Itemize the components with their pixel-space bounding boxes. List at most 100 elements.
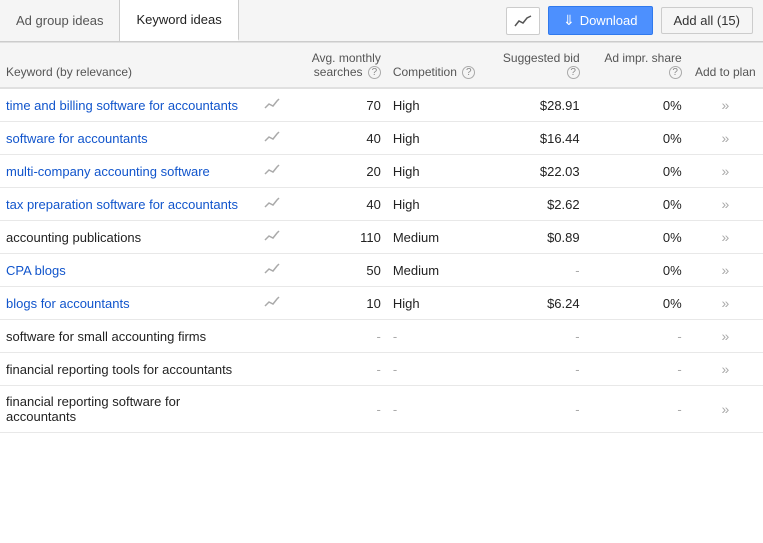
- keyword-link[interactable]: multi-company accounting software: [6, 164, 210, 179]
- avg-monthly-cell: 40: [290, 122, 387, 155]
- table-row: tax preparation software for accountants…: [0, 188, 763, 221]
- chart-trend-icon[interactable]: [258, 155, 290, 188]
- competition-cell: High: [387, 122, 484, 155]
- table-row: accounting publications 110Medium$0.890%»: [0, 221, 763, 254]
- table-row: CPA blogs 50Medium-0%»: [0, 254, 763, 287]
- keyword-cell: software for small accounting firms: [0, 320, 258, 353]
- competition-cell: Medium: [387, 254, 484, 287]
- ad-impr-share-cell: -: [586, 353, 688, 386]
- suggested-bid-cell: $0.89: [484, 221, 586, 254]
- avg-monthly-cell: 10: [290, 287, 387, 320]
- table-row: blogs for accountants 10High$6.240%»: [0, 287, 763, 320]
- chart-trend-icon[interactable]: [258, 88, 290, 122]
- keyword-cell: financial reporting tools for accountant…: [0, 353, 258, 386]
- download-label: Download: [580, 13, 638, 28]
- ad-impr-share-cell: 0%: [586, 188, 688, 221]
- avg-monthly-help-icon[interactable]: ?: [368, 66, 381, 79]
- add-to-plan-cell[interactable]: »: [688, 353, 763, 386]
- table-row: multi-company accounting software20High$…: [0, 155, 763, 188]
- competition-cell: Medium: [387, 221, 484, 254]
- avg-monthly-cell: 40: [290, 188, 387, 221]
- avg-monthly-cell: 20: [290, 155, 387, 188]
- suggested-bid-cell: $6.24: [484, 287, 586, 320]
- keyword-link[interactable]: blogs for accountants: [6, 296, 130, 311]
- ad-impr-share-cell: 0%: [586, 287, 688, 320]
- tab-spacer: [239, 0, 496, 41]
- tab-keyword-label: Keyword ideas: [136, 12, 221, 27]
- table-row: financial reporting software for account…: [0, 386, 763, 433]
- competition-cell: -: [387, 320, 484, 353]
- keyword-cell: accounting publications: [0, 221, 258, 254]
- header-ad-impr-share: Ad impr. share ?: [586, 43, 688, 89]
- keyword-cell: tax preparation software for accountants: [0, 188, 258, 221]
- avg-monthly-cell: -: [290, 320, 387, 353]
- table-container: Keyword (by relevance) Avg. monthly sear…: [0, 42, 763, 433]
- table-row: software for small accounting firms----»: [0, 320, 763, 353]
- suggested-bid-cell: -: [484, 353, 586, 386]
- table-header-row: Keyword (by relevance) Avg. monthly sear…: [0, 43, 763, 89]
- keyword-link[interactable]: tax preparation software for accountants: [6, 197, 238, 212]
- add-to-plan-cell[interactable]: »: [688, 221, 763, 254]
- competition-cell: High: [387, 88, 484, 122]
- tab-ad-group-ideas[interactable]: Ad group ideas: [0, 0, 120, 41]
- add-all-label: Add all (15): [674, 13, 740, 28]
- header-keyword: Keyword (by relevance): [0, 43, 258, 89]
- ad-impr-share-cell: 0%: [586, 254, 688, 287]
- keyword-cell: financial reporting software for account…: [0, 386, 258, 433]
- header-suggested-bid: Suggested bid ?: [484, 43, 586, 89]
- competition-cell: -: [387, 386, 484, 433]
- suggested-bid-cell: $2.62: [484, 188, 586, 221]
- add-to-plan-cell[interactable]: »: [688, 155, 763, 188]
- suggested-bid-cell: $28.91: [484, 88, 586, 122]
- keyword-cell: blogs for accountants: [0, 287, 258, 320]
- add-to-plan-cell[interactable]: »: [688, 254, 763, 287]
- chart-trend-icon[interactable]: [258, 221, 290, 254]
- ad-impr-share-cell: -: [586, 386, 688, 433]
- keyword-link[interactable]: software for accountants: [6, 131, 148, 146]
- suggested-bid-cell: $16.44: [484, 122, 586, 155]
- chart-trend-icon[interactable]: [258, 122, 290, 155]
- avg-monthly-cell: -: [290, 353, 387, 386]
- chart-trend-icon: [258, 386, 290, 433]
- chart-trend-icon[interactable]: [258, 287, 290, 320]
- header-avg-monthly: Avg. monthly searches ?: [290, 43, 387, 89]
- table-body: time and billing software for accountant…: [0, 88, 763, 433]
- add-to-plan-cell[interactable]: »: [688, 122, 763, 155]
- ad-impr-help-icon[interactable]: ?: [669, 66, 682, 79]
- add-to-plan-cell[interactable]: »: [688, 320, 763, 353]
- add-to-plan-cell[interactable]: »: [688, 88, 763, 122]
- add-to-plan-cell[interactable]: »: [688, 386, 763, 433]
- chart-trend-icon[interactable]: [258, 254, 290, 287]
- avg-monthly-cell: 50: [290, 254, 387, 287]
- header-chart-icon: [258, 43, 290, 89]
- chart-icon-button[interactable]: [506, 7, 540, 35]
- keyword-link[interactable]: time and billing software for accountant…: [6, 98, 238, 113]
- suggested-bid-cell: -: [484, 386, 586, 433]
- chart-trend-icon: [258, 320, 290, 353]
- chart-trend-icon[interactable]: [258, 188, 290, 221]
- table-row: time and billing software for accountant…: [0, 88, 763, 122]
- add-all-button[interactable]: Add all (15): [661, 7, 753, 34]
- competition-cell: High: [387, 155, 484, 188]
- tab-keyword-ideas[interactable]: Keyword ideas: [120, 0, 238, 41]
- keyword-link[interactable]: CPA blogs: [6, 263, 66, 278]
- add-to-plan-cell[interactable]: »: [688, 188, 763, 221]
- competition-cell: High: [387, 287, 484, 320]
- download-button[interactable]: ⇓ Download: [548, 6, 653, 35]
- competition-help-icon[interactable]: ?: [462, 66, 475, 79]
- suggested-bid-help-icon[interactable]: ?: [567, 66, 580, 79]
- chart-trend-icon: [258, 353, 290, 386]
- ad-impr-share-cell: 0%: [586, 221, 688, 254]
- avg-monthly-cell: -: [290, 386, 387, 433]
- keyword-cell: CPA blogs: [0, 254, 258, 287]
- avg-monthly-cell: 110: [290, 221, 387, 254]
- competition-cell: -: [387, 353, 484, 386]
- tab-ad-group-label: Ad group ideas: [16, 13, 103, 28]
- ad-impr-share-cell: 0%: [586, 155, 688, 188]
- keyword-cell: time and billing software for accountant…: [0, 88, 258, 122]
- top-bar: Ad group ideas Keyword ideas ⇓ Download …: [0, 0, 763, 42]
- add-to-plan-cell[interactable]: »: [688, 287, 763, 320]
- suggested-bid-cell: -: [484, 254, 586, 287]
- avg-monthly-cell: 70: [290, 88, 387, 122]
- keyword-cell: software for accountants: [0, 122, 258, 155]
